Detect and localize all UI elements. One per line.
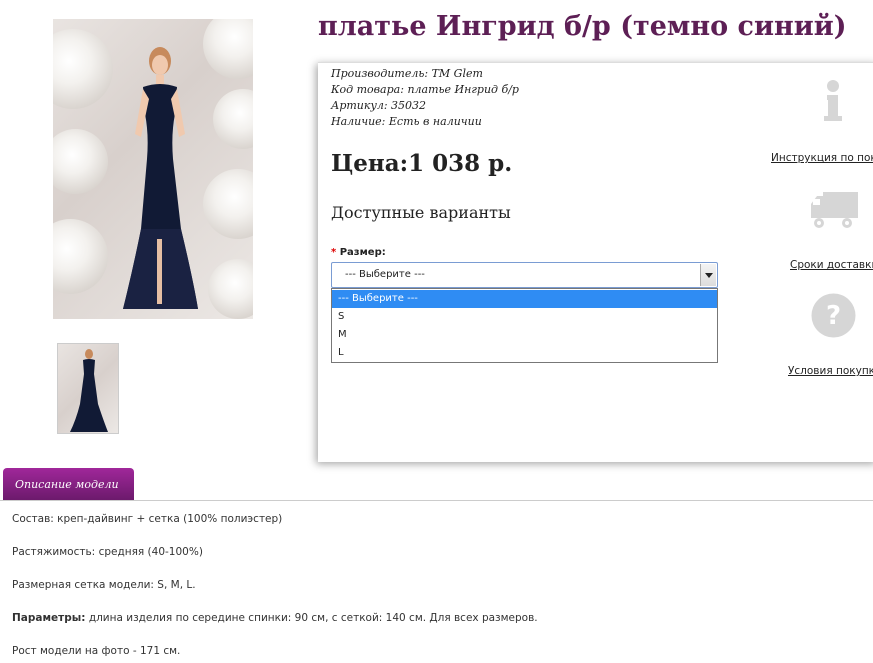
size-option-placeholder[interactable]: --- Выберите --- [332, 290, 717, 308]
delivery-link[interactable]: Сроки доставки [790, 259, 873, 271]
size-select[interactable]: --- Выберите --- [331, 262, 718, 288]
spec-sku: Артикул: 35032 [331, 99, 426, 112]
chevron-down-icon[interactable] [700, 264, 716, 286]
desc-params-value: длина изделия по середине спинки: 90 см,… [88, 612, 538, 624]
product-thumbnail[interactable] [57, 343, 119, 434]
instructions-link[interactable]: Инструкция по покупке [771, 152, 873, 164]
desc-stretch: Растяжимость: средняя (40-100%) [12, 546, 203, 558]
desc-stretch-value: средняя (40-100%) [98, 546, 203, 558]
desc-params-label: Параметры: [12, 612, 86, 624]
desc-composition: Состав: креп-дайвинг + сетка (100% полиэ… [12, 513, 282, 525]
product-price: Цена:1 038 р. [331, 150, 512, 177]
thumbnail-figure [70, 349, 108, 432]
spec-sku-label: Артикул: [331, 99, 388, 112]
desc-sizes: Размерная сетка модели: S, M, L. [12, 579, 196, 591]
size-select-value: --- Выберите --- [345, 269, 425, 280]
desc-sizes-value: S, M, L. [157, 579, 196, 591]
price-value: 1 038 р. [408, 150, 513, 177]
spec-availability-label: Наличие: [331, 115, 386, 128]
spec-availability-value: Есть в наличии [388, 115, 482, 128]
truck-icon [811, 192, 858, 228]
size-label: * Размер: [331, 247, 386, 258]
model-figure [123, 47, 198, 309]
desc-composition-label: Состав: [12, 513, 54, 525]
desc-params: Параметры: длина изделия по середине спи… [12, 612, 538, 624]
size-label-text: Размер: [339, 247, 386, 258]
spec-code-label: Код товара: [331, 83, 404, 96]
conditions-link[interactable]: Условия покупки [788, 365, 873, 377]
tab-divider [0, 500, 873, 501]
size-option-l[interactable]: L [332, 344, 717, 362]
variants-title: Доступные варианты [331, 203, 511, 222]
spec-code-value: платье Ингрид б/р [407, 83, 519, 96]
spec-code: Код товара: платье Ингрид б/р [331, 83, 519, 96]
spec-sku-value: 35032 [391, 99, 427, 112]
info-icon [824, 80, 842, 121]
required-mark: * [331, 247, 337, 258]
spec-manufacturer-label: Производитель: [331, 67, 429, 80]
product-title: платье Ингрид б/р (темно синий) [318, 11, 847, 42]
question-icon: ? [811, 293, 856, 338]
spec-manufacturer-value: TM Glem [431, 67, 483, 80]
tab-description[interactable]: Описание модели [3, 468, 134, 500]
desc-model-height: Рост модели на фото - 171 см. [12, 645, 181, 657]
desc-stretch-label: Растяжимость: [12, 546, 96, 558]
price-label: Цена: [331, 150, 409, 177]
svg-text:?: ? [826, 301, 841, 331]
desc-composition-value: креп-дайвинг + сетка (100% полиэстер) [57, 513, 283, 525]
spec-manufacturer: Производитель: TM Glem [331, 67, 483, 80]
size-dropdown-list: --- Выберите --- S M L [331, 288, 718, 363]
desc-sizes-label: Размерная сетка модели: [12, 579, 154, 591]
tab-description-label: Описание модели [15, 478, 119, 491]
size-option-s[interactable]: S [332, 308, 717, 326]
product-main-photo[interactable] [53, 19, 253, 319]
size-option-m[interactable]: M [332, 326, 717, 344]
spec-availability: Наличие: Есть в наличии [331, 115, 482, 128]
